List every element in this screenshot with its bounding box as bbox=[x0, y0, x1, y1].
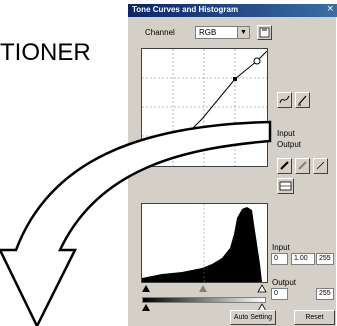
curved-arrow-shape bbox=[0, 120, 272, 326]
curved-arrow-graphic bbox=[0, 120, 272, 326]
